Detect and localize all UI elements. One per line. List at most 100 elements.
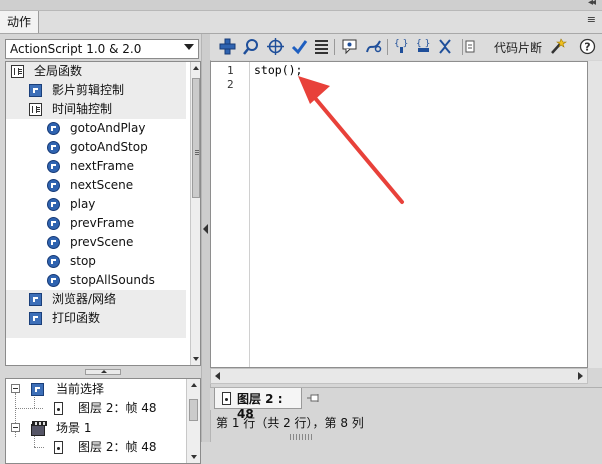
code-snippets-icon[interactable] (464, 37, 476, 56)
scrollbar-thumb[interactable] (189, 399, 198, 421)
collapse-left-icon[interactable] (203, 224, 208, 234)
toolbox-item-partial (6, 328, 186, 338)
toolbox-item[interactable]: nextScene (6, 176, 186, 195)
navigator-item[interactable]: 当前选择 (6, 380, 186, 399)
add-icon[interactable] (218, 37, 237, 56)
toolbox-item-label: gotoAndStop (70, 140, 148, 154)
actionscript-version-select[interactable]: ActionScript 1.0 & 2.0 (5, 39, 199, 59)
pin-script-icon[interactable] (306, 392, 322, 407)
code-hint-icon[interactable] (340, 37, 359, 56)
action-icon (47, 122, 60, 135)
navigator-item[interactable]: 图层 2：帧 48 (6, 399, 186, 418)
toolbox-item[interactable]: 打印函数 (6, 309, 186, 328)
toolbox-item[interactable]: stopAllSounds (6, 271, 186, 290)
editor-vertical-scroll-area[interactable] (588, 61, 602, 368)
status-bar-text: 第 1 行（共 2 行），第 8 列 (216, 416, 364, 430)
toolbox-item-label: 影片剪辑控制 (52, 83, 125, 97)
toolbox-scrollbar[interactable] (190, 62, 200, 365)
frame-icon (222, 392, 231, 405)
line-number: 2 (227, 78, 234, 91)
navigator-item-label: 图层 2：帧 48 (78, 401, 157, 415)
collapse-toggle-icon[interactable] (11, 423, 20, 432)
collapse-toggle-icon[interactable] (11, 384, 20, 393)
script-navigator: 当前选择 图层 2：帧 48 场景 1 图层 2：帧 48 (5, 378, 201, 464)
annotation-arrow (298, 76, 404, 204)
script-tab-bar: 图层 2 : 48 (210, 387, 602, 421)
book-arrow-icon (31, 383, 44, 396)
toolbox-item[interactable]: gotoAndPlay (6, 119, 186, 138)
editor-horizontal-scrollbar[interactable] (210, 368, 588, 384)
frame-icon (54, 441, 63, 454)
debug-icon[interactable] (364, 37, 383, 56)
check-syntax-icon[interactable] (290, 37, 309, 56)
navigator-scrollbar[interactable] (186, 379, 200, 463)
navigator-item-label: 图层 2：帧 48 (78, 440, 157, 454)
actions-toolbox-tree: 全局函数 影片剪辑控制 时间轴控制 gotoAndPlay gotoAndSto… (5, 61, 201, 366)
script-assist-icon[interactable] (548, 37, 567, 56)
svg-text:?: ? (584, 41, 590, 54)
actions-toolbar: { } { } 代码片断 ? (210, 34, 602, 60)
action-icon (47, 160, 60, 173)
book-arrow-icon (29, 312, 42, 325)
frame-icon (54, 402, 63, 415)
tab-actions[interactable]: 动作 (0, 11, 39, 33)
scroll-right-icon[interactable] (578, 372, 583, 380)
toolbox-item[interactable]: 浏览器/网络 (6, 290, 186, 309)
scroll-down-icon[interactable] (193, 357, 199, 361)
collapse-selection-icon[interactable]: { } (414, 37, 433, 56)
auto-format-icon[interactable] (312, 37, 331, 56)
toolbar-separator (334, 39, 335, 55)
toolbox-item-label: 时间轴控制 (52, 102, 113, 116)
line-number: 1 (227, 64, 234, 77)
scroll-up-icon[interactable] (193, 66, 199, 70)
toolbar-separator (462, 39, 463, 55)
toolbox-item[interactable]: 时间轴控制 (6, 100, 186, 119)
toolbox-item-label: stop (70, 254, 96, 268)
script-tab-layer[interactable]: 图层 2 : 48 (214, 388, 302, 421)
action-icon (47, 255, 60, 268)
toolbox-item-label: stopAllSounds (70, 273, 155, 287)
toolbox-item-label: prevScene (70, 235, 134, 249)
toolbox-item[interactable]: stop (6, 252, 186, 271)
toolbox-item-label: play (70, 197, 96, 211)
target-icon[interactable] (266, 37, 285, 56)
toolbox-item-label: nextScene (70, 178, 134, 192)
pane-splitter[interactable] (5, 368, 201, 376)
svg-text:{ }: { } (416, 39, 430, 49)
chevron-down-icon (184, 44, 194, 50)
expand-all-icon[interactable] (436, 37, 455, 56)
scrollbar-thumb[interactable] (192, 78, 200, 198)
toolbox-item-label: 全局函数 (34, 64, 83, 78)
navigator-item[interactable]: 图层 2：帧 48 (6, 438, 186, 457)
toolbox-item-label: nextFrame (70, 159, 134, 173)
code-snippets-button[interactable]: 代码片断 (494, 39, 542, 56)
toolbox-item[interactable]: 影片剪辑控制 (6, 81, 186, 100)
book-arrow-icon (29, 293, 42, 306)
collapse-braces-icon[interactable]: { } (392, 37, 411, 56)
find-icon[interactable] (242, 37, 261, 56)
toolbox-item[interactable]: nextFrame (6, 157, 186, 176)
splitter-handle-icon[interactable] (85, 369, 121, 375)
scroll-left-icon[interactable] (215, 372, 220, 380)
action-icon (47, 141, 60, 154)
toolbox-item[interactable]: play (6, 195, 186, 214)
toolbox-item[interactable]: gotoAndStop (6, 138, 186, 157)
scene-icon (31, 421, 47, 436)
toolbox-item-label: prevFrame (70, 216, 135, 230)
resize-grip-icon[interactable] (290, 434, 312, 440)
action-icon (47, 217, 60, 230)
scroll-down-icon[interactable] (191, 455, 197, 459)
toolbar-separator (387, 39, 388, 55)
scroll-up-icon[interactable] (191, 383, 197, 387)
help-icon[interactable]: ? (578, 37, 597, 56)
collapse-panel-icon[interactable]: ◂◂ (588, 0, 596, 8)
toolbox-item[interactable]: prevFrame (6, 214, 186, 233)
book-arrow-icon (29, 84, 42, 97)
toolbox-item-label: 打印函数 (52, 311, 101, 325)
window-top-strip: ◂◂ (0, 0, 602, 11)
line-number-gutter: 1 2 (211, 62, 250, 367)
toolbox-item[interactable]: prevScene (6, 233, 186, 252)
navigator-item[interactable]: 场景 1 (6, 419, 186, 438)
panel-menu-icon[interactable]: ≡ (587, 13, 596, 26)
toolbox-item[interactable]: 全局函数 (6, 62, 186, 81)
